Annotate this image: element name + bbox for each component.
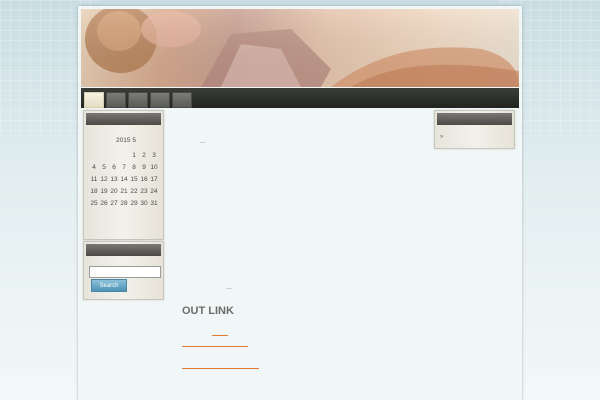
calendar-day[interactable]: 22	[129, 185, 139, 197]
calendar-day[interactable]: 23	[139, 185, 149, 197]
calendar-week: 1 2 3	[89, 149, 159, 161]
calendar-day[interactable]: 24	[149, 185, 159, 197]
calendar-week: 25 26 27 28 29 30 31	[89, 197, 159, 209]
calendar-day[interactable]: 5	[99, 161, 109, 173]
calendar-day[interactable]: 2	[139, 149, 149, 161]
calendar-day[interactable]: 7	[119, 161, 129, 173]
calendar-day[interactable]: 6	[109, 161, 119, 173]
calendar-widget-header	[86, 113, 161, 125]
calendar-day[interactable]: 1	[129, 149, 139, 161]
calendar-day[interactable]: 26	[99, 197, 109, 209]
nav-tab-5[interactable]	[172, 92, 192, 108]
nav-tab-home[interactable]	[84, 92, 104, 108]
main-navigation-bar	[81, 88, 519, 108]
calendar-day[interactable]: 29	[129, 197, 139, 209]
calendar-day[interactable]: 31	[149, 197, 159, 209]
out-link-item-2[interactable]	[182, 368, 259, 369]
calendar-day[interactable]: 19	[99, 185, 109, 197]
right-widget-list-bullet[interactable]: »	[440, 134, 443, 140]
calendar-month-label: 2015 5	[116, 137, 136, 144]
calendar-day[interactable]: 21	[119, 185, 129, 197]
calendar-day	[89, 149, 99, 161]
calendar-day[interactable]: 9	[139, 161, 149, 173]
nav-tab-2[interactable]	[106, 92, 126, 108]
calendar-widget: 2015 5 1 2 3 4 5 6 7 8 9 10 11 12 13 14 …	[83, 110, 164, 240]
calendar-day[interactable]: 13	[109, 173, 119, 185]
calendar-day[interactable]: 3	[149, 149, 159, 161]
calendar-day[interactable]: 11	[89, 173, 99, 185]
out-link-item-1[interactable]	[182, 346, 248, 347]
calendar-day[interactable]: 14	[119, 173, 129, 185]
out-link-heading: OUT LINK	[182, 305, 234, 317]
search-widget: Search	[83, 241, 164, 300]
nav-tab-4[interactable]	[150, 92, 170, 108]
calendar-day[interactable]: 4	[89, 161, 99, 173]
calendar-week: 4 5 6 7 8 9 10	[89, 161, 159, 173]
calendar-day[interactable]: 10	[149, 161, 159, 173]
calendar-day[interactable]: 8	[129, 161, 139, 173]
search-input[interactable]	[89, 266, 161, 278]
calendar-week: 18 19 20 21 22 23 24	[89, 185, 159, 197]
calendar-day[interactable]: 15	[129, 173, 139, 185]
calendar-day	[109, 149, 119, 161]
calendar-day[interactable]: 12	[99, 173, 109, 185]
calendar: 2015 5 1 2 3 4 5 6 7 8 9 10 11 12 13 14 …	[84, 137, 164, 209]
search-widget-header	[86, 244, 161, 256]
calendar-day[interactable]: 20	[109, 185, 119, 197]
banner-photo	[81, 9, 519, 87]
calendar-day	[119, 149, 129, 161]
calendar-day	[99, 149, 109, 161]
calendar-day[interactable]: 27	[109, 197, 119, 209]
right-sidebar-widget: »	[434, 110, 515, 149]
post-excerpt-ellipsis: ...	[200, 138, 206, 145]
calendar-day[interactable]: 25	[89, 197, 99, 209]
right-widget-header	[437, 113, 512, 125]
calendar-day[interactable]: 16	[139, 173, 149, 185]
post-excerpt-ellipsis: ...	[226, 284, 232, 291]
header-banner-image	[81, 9, 519, 87]
calendar-grid: 1 2 3 4 5 6 7 8 9 10 11 12 13 14 15 16 1…	[89, 149, 159, 209]
out-link-divider	[212, 335, 228, 336]
calendar-week: 11 12 13 14 15 16 17	[89, 173, 159, 185]
nav-tab-3[interactable]	[128, 92, 148, 108]
calendar-day[interactable]: 28	[119, 197, 129, 209]
calendar-day[interactable]: 30	[139, 197, 149, 209]
search-button[interactable]: Search	[91, 279, 127, 292]
calendar-day[interactable]: 17	[149, 173, 159, 185]
page-container: 2015 5 1 2 3 4 5 6 7 8 9 10 11 12 13 14 …	[78, 6, 522, 400]
calendar-day[interactable]: 18	[89, 185, 99, 197]
